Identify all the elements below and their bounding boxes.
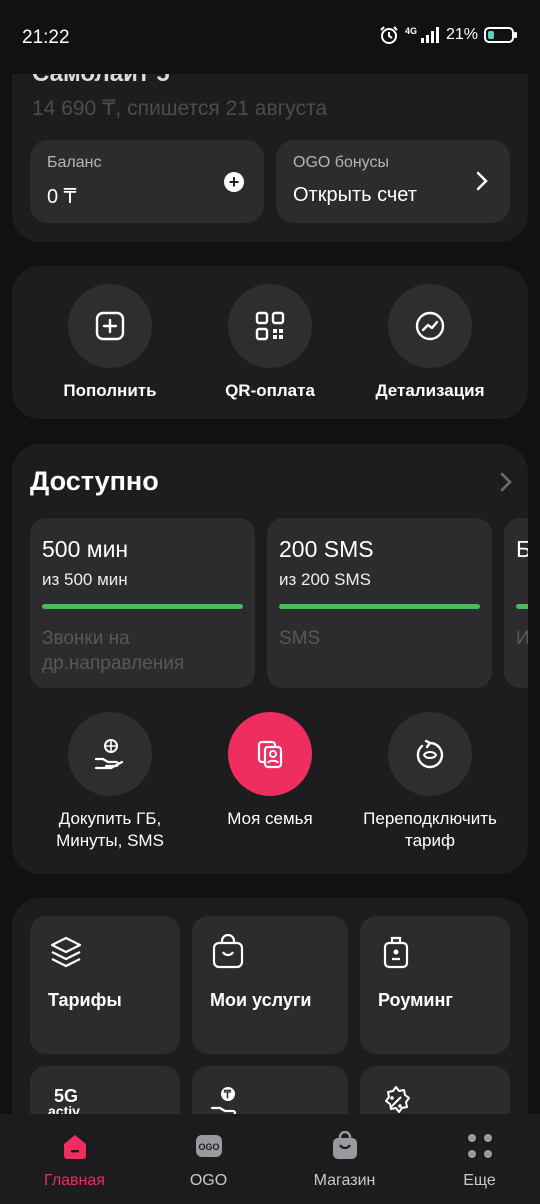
resource-progress: [42, 604, 243, 609]
qr-payment-label: QR-оплата: [225, 381, 315, 400]
battery-percent: 21%: [445, 26, 478, 43]
resource-desc: И т: [516, 628, 528, 649]
bottom-nav: Главная OGO OGO Магазин Еще: [0, 1114, 540, 1204]
nav-ogo[interactable]: OGO OGO: [141, 1130, 276, 1190]
services-card: Тарифы Мои услуги Роуминг 5G activ ₸: [12, 898, 528, 1138]
details-label: Детализация: [375, 381, 485, 400]
nav-shop[interactable]: Магазин: [277, 1130, 412, 1190]
nav-label: Еще: [463, 1172, 496, 1189]
tile-roaming[interactable]: Роуминг: [360, 916, 510, 1054]
tile-label: Роуминг: [378, 990, 453, 1010]
tile-label: Мои услуги: [210, 990, 312, 1010]
status-bar: 21:22 4G 21%: [0, 0, 540, 74]
details-button[interactable]: Детализация: [350, 284, 510, 402]
balance-value: 0 ₸: [47, 186, 77, 208]
shopping-bag-icon: [212, 934, 244, 969]
luggage-icon: [383, 936, 409, 969]
resource-amount: 500 мин: [42, 536, 129, 562]
svg-text:₸: ₸: [223, 1089, 232, 1101]
quick-actions-card: Пополнить QR-оплата Детализация: [12, 266, 528, 419]
svg-text:OGO: OGO: [198, 1142, 219, 1152]
resource-desc: SMS: [279, 628, 321, 649]
status-time: 21:22: [22, 27, 70, 48]
chevron-right-icon[interactable]: [500, 472, 512, 492]
resource-progress: [516, 604, 528, 609]
available-title[interactable]: Доступно: [30, 466, 159, 497]
my-family-button[interactable]: Моя семья: [190, 712, 350, 830]
add-balance-icon[interactable]: +: [224, 172, 244, 192]
tile-my-services[interactable]: Мои услуги: [192, 916, 348, 1054]
home-icon: [63, 1135, 86, 1159]
qr-payment-button[interactable]: QR-оплата: [190, 284, 350, 402]
ogo-icon: OGO: [195, 1135, 222, 1157]
balance-box[interactable]: Баланс 0 ₸ +: [30, 140, 264, 223]
more-dots-icon: [467, 1134, 492, 1158]
resource-card-minutes[interactable]: 500 мин из 500 мин Звонки на др.направле…: [30, 518, 255, 688]
nav-more[interactable]: Еще: [412, 1130, 540, 1190]
chart-trend-icon: [415, 311, 445, 341]
alarm-icon: [380, 26, 398, 44]
reconnect-tariff-button[interactable]: Переподключить тариф: [350, 712, 510, 852]
balance-label: Баланс: [47, 154, 102, 171]
battery-icon: [484, 27, 517, 43]
globe-hand-icon: [94, 739, 124, 770]
topup-label: Пополнить: [63, 381, 157, 400]
chevron-right-icon: [476, 171, 488, 191]
resource-progress: [279, 604, 480, 609]
network-type: 4G: [404, 25, 417, 36]
nav-label: OGO: [189, 1172, 228, 1189]
layers-icon: [50, 936, 82, 968]
resource-desc: Звонки на др.направления: [42, 628, 185, 674]
buy-more-label: Докупить ГБ, Минуты, SMS: [56, 809, 164, 850]
buy-more-button[interactable]: Докупить ГБ, Минуты, SMS: [30, 712, 190, 852]
signal-icon: [420, 27, 439, 43]
nav-label: Магазин: [313, 1172, 376, 1189]
resource-card-sms[interactable]: 200 SMS из 200 SMS SMS: [267, 518, 492, 688]
bonus-box[interactable]: OGO бонусы Открыть счет: [276, 140, 510, 223]
bonus-label: OGO бонусы: [293, 154, 389, 171]
resource-amount: Б: [516, 536, 528, 562]
my-family-label: Моя семья: [227, 809, 313, 828]
tile-tariffs[interactable]: Тарифы: [30, 916, 180, 1054]
tile-label: Тарифы: [48, 990, 122, 1010]
tariff-price: 14 690 ₸, спишется 21 августа: [32, 97, 328, 120]
plus-square-icon: [95, 311, 125, 341]
resource-card-internet[interactable]: Б И т: [504, 518, 528, 688]
nav-label: Главная: [44, 1172, 105, 1189]
family-cards-icon: [257, 740, 283, 769]
resource-amount: 200 SMS: [279, 536, 374, 562]
resource-total: из 500 мин: [42, 570, 128, 589]
bonus-action: Открыть счет: [293, 184, 417, 206]
reconnect-icon: [416, 739, 444, 769]
status-icons: 4G 21%: [379, 25, 518, 45]
resource-total: из 200 SMS: [279, 570, 371, 589]
reconnect-tariff-label: Переподключить тариф: [363, 809, 497, 850]
available-card: Доступно 500 мин из 500 мин Звонки на др…: [12, 444, 528, 874]
topup-button[interactable]: Пополнить: [30, 284, 190, 402]
qr-code-icon: [255, 311, 285, 341]
shop-bag-icon: [332, 1131, 357, 1159]
nav-home[interactable]: Главная: [7, 1130, 142, 1190]
